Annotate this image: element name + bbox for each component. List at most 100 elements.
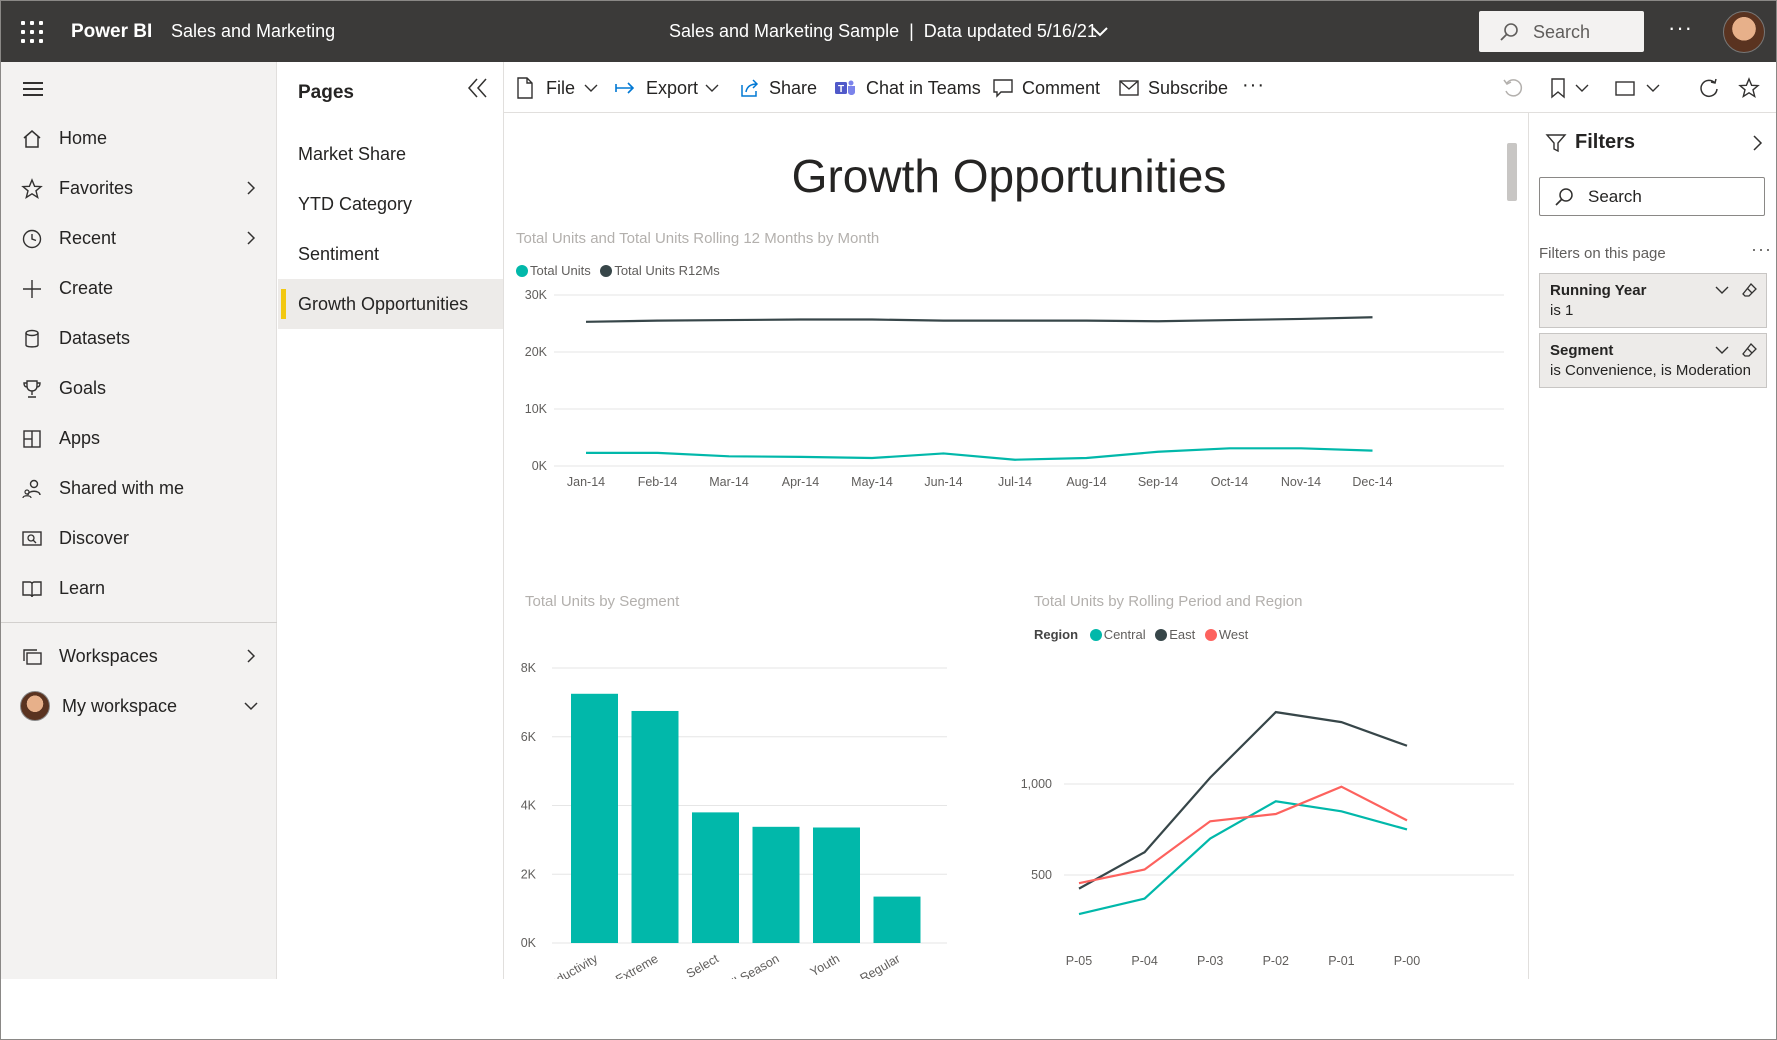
- page-tab-ytd-category[interactable]: YTD Category: [278, 179, 503, 229]
- filter-card-segment[interactable]: Segment is Convenience, is Moderation: [1539, 333, 1767, 388]
- refresh-button[interactable]: [1698, 76, 1722, 100]
- chevron-right-icon[interactable]: [245, 648, 257, 664]
- bottom-whitespace: [1, 979, 1776, 1039]
- chevron-down-icon[interactable]: [1714, 284, 1730, 296]
- x-tick-label: Jul-14: [998, 475, 1032, 489]
- nav-item-my-workspace[interactable]: My workspace: [1, 686, 277, 726]
- x-tick-label: Feb-14: [638, 475, 678, 489]
- chevron-right-icon[interactable]: [1751, 134, 1763, 152]
- svg-text:T: T: [838, 84, 844, 95]
- nav-item-goals[interactable]: Goals: [1, 368, 277, 408]
- chart3-line-chart[interactable]: 500 1,000 P-05 P-04 P-03 P-02 P-01 P-00: [1014, 653, 1528, 979]
- view-menu-button[interactable]: [1614, 76, 1664, 100]
- x-tick-label: P-05: [1066, 954, 1092, 968]
- trophy-icon: [23, 380, 41, 398]
- nav-item-discover[interactable]: Discover: [1, 518, 277, 558]
- legend-dot: [1204, 629, 1217, 641]
- legend-label: Total Units R12Ms: [614, 263, 720, 278]
- bar: [692, 812, 739, 943]
- page-tab-growth-opportunities[interactable]: Growth Opportunities: [278, 279, 503, 329]
- share-button[interactable]: Share: [739, 76, 819, 100]
- hamburger-menu-icon[interactable]: [23, 82, 43, 96]
- file-icon: [517, 77, 533, 99]
- nav-item-datasets[interactable]: Datasets: [1, 318, 277, 358]
- undo-button[interactable]: [1502, 76, 1526, 100]
- teams-icon: T: [835, 80, 855, 95]
- app-launcher-icon[interactable]: [21, 21, 43, 43]
- nav-item-create[interactable]: Create: [1, 268, 277, 308]
- series-line-0: [586, 447, 1373, 461]
- nav-item-favorites[interactable]: Favorites: [1, 168, 277, 208]
- legend-item[interactable]: Total Units R12Ms: [600, 263, 720, 278]
- legend-item[interactable]: Central: [1089, 627, 1146, 642]
- y-tick-label: 20K: [525, 345, 548, 359]
- nav-label-create: Create: [59, 278, 114, 298]
- subscribe-button[interactable]: Subscribe: [1118, 76, 1228, 100]
- chevron-down-icon[interactable]: [1091, 24, 1109, 38]
- toolbar-more-label: ···: [1242, 74, 1265, 96]
- legend-label: Total Units: [530, 263, 591, 278]
- filters-section-title: Filters on this page: [1539, 245, 1666, 262]
- chat-in-teams-button[interactable]: T Chat in Teams: [834, 76, 981, 100]
- teams-label: Chat in Teams: [866, 78, 981, 98]
- nav-label-goals: Goals: [59, 378, 107, 398]
- x-tick-label: Extreme: [613, 951, 660, 979]
- series-line-1: [1078, 710, 1408, 890]
- nav-item-learn[interactable]: Learn: [1, 568, 277, 608]
- report-title[interactable]: Sales and Marketing Sample | Data update…: [669, 21, 1097, 42]
- search-icon: [1555, 188, 1573, 206]
- bookmark-menu-button[interactable]: [1549, 76, 1593, 100]
- chevron-right-icon[interactable]: [245, 230, 257, 246]
- toolbar-more-button[interactable]: ···: [1242, 74, 1272, 100]
- x-tick-label: Youth: [808, 951, 842, 979]
- chart2-bar-chart[interactable]: 0K 2K 4K 6K 8K roductivity Extreme Select ll Sea…: [504, 613, 1024, 979]
- brand-name[interactable]: Power BI: [71, 21, 152, 43]
- x-tick-label: P-04: [1131, 954, 1157, 968]
- refresh-icon: [1700, 78, 1718, 98]
- nav-item-home[interactable]: Home: [1, 118, 277, 158]
- my-workspace-avatar: [20, 691, 50, 721]
- nav-label-apps: Apps: [59, 428, 101, 448]
- chevron-down-icon[interactable]: [1714, 344, 1730, 356]
- chevron-down-icon[interactable]: [243, 698, 259, 714]
- filters-more-icon[interactable]: ···: [1751, 239, 1772, 260]
- chevron-right-icon[interactable]: [245, 180, 257, 196]
- export-menu-button[interactable]: Export: [614, 76, 720, 100]
- legend-item[interactable]: West: [1204, 627, 1249, 642]
- filters-pane: Filters Search Filters on this page ··· …: [1528, 113, 1776, 979]
- bar: [752, 826, 800, 943]
- nav-item-apps[interactable]: Apps: [1, 418, 277, 458]
- favorite-button[interactable]: [1738, 76, 1762, 100]
- subscribe-label: Subscribe: [1148, 78, 1229, 98]
- page-tab-label: Growth Opportunities: [298, 294, 469, 314]
- user-avatar[interactable]: [1723, 11, 1765, 53]
- comment-button[interactable]: Comment: [992, 76, 1102, 100]
- chart3-title: Total Units by Rolling Period and Region: [1034, 593, 1303, 610]
- global-search-input[interactable]: Search: [1479, 11, 1644, 52]
- series-line-1: [585, 316, 1373, 323]
- eraser-icon[interactable]: [1742, 342, 1758, 358]
- chevron-down-icon: [1575, 84, 1589, 92]
- legend-label: West: [1218, 627, 1249, 642]
- home-icon: [23, 130, 41, 148]
- chart3-legend[interactable]: Region Central East West: [1034, 627, 1254, 642]
- nav-item-shared[interactable]: Shared with me: [1, 468, 277, 508]
- filter-search-placeholder: Search: [1588, 187, 1642, 206]
- x-tick-label: P-03: [1197, 954, 1223, 968]
- legend-item[interactable]: East: [1155, 627, 1195, 642]
- workspace-breadcrumb[interactable]: Sales and Marketing: [171, 21, 335, 42]
- legend-item[interactable]: Total Units: [516, 263, 591, 278]
- collapse-pages-icon[interactable]: [466, 76, 490, 100]
- mail-icon: [1119, 80, 1139, 96]
- page-tab-market-share[interactable]: Market Share: [278, 129, 503, 179]
- page-tab-sentiment[interactable]: Sentiment: [278, 229, 503, 279]
- filter-card-running-year[interactable]: Running Year is 1: [1539, 273, 1767, 328]
- filter-search-input[interactable]: Search: [1539, 177, 1765, 216]
- chevron-down-icon: [705, 84, 719, 92]
- file-menu-button[interactable]: File: [516, 76, 598, 100]
- chart1-legend[interactable]: Total Units Total Units R12Ms: [516, 263, 726, 278]
- more-options-icon[interactable]: ···: [1668, 15, 1693, 41]
- nav-item-recent[interactable]: Recent: [1, 218, 277, 258]
- nav-item-workspaces[interactable]: Workspaces: [1, 636, 277, 676]
- eraser-icon[interactable]: [1742, 282, 1758, 298]
